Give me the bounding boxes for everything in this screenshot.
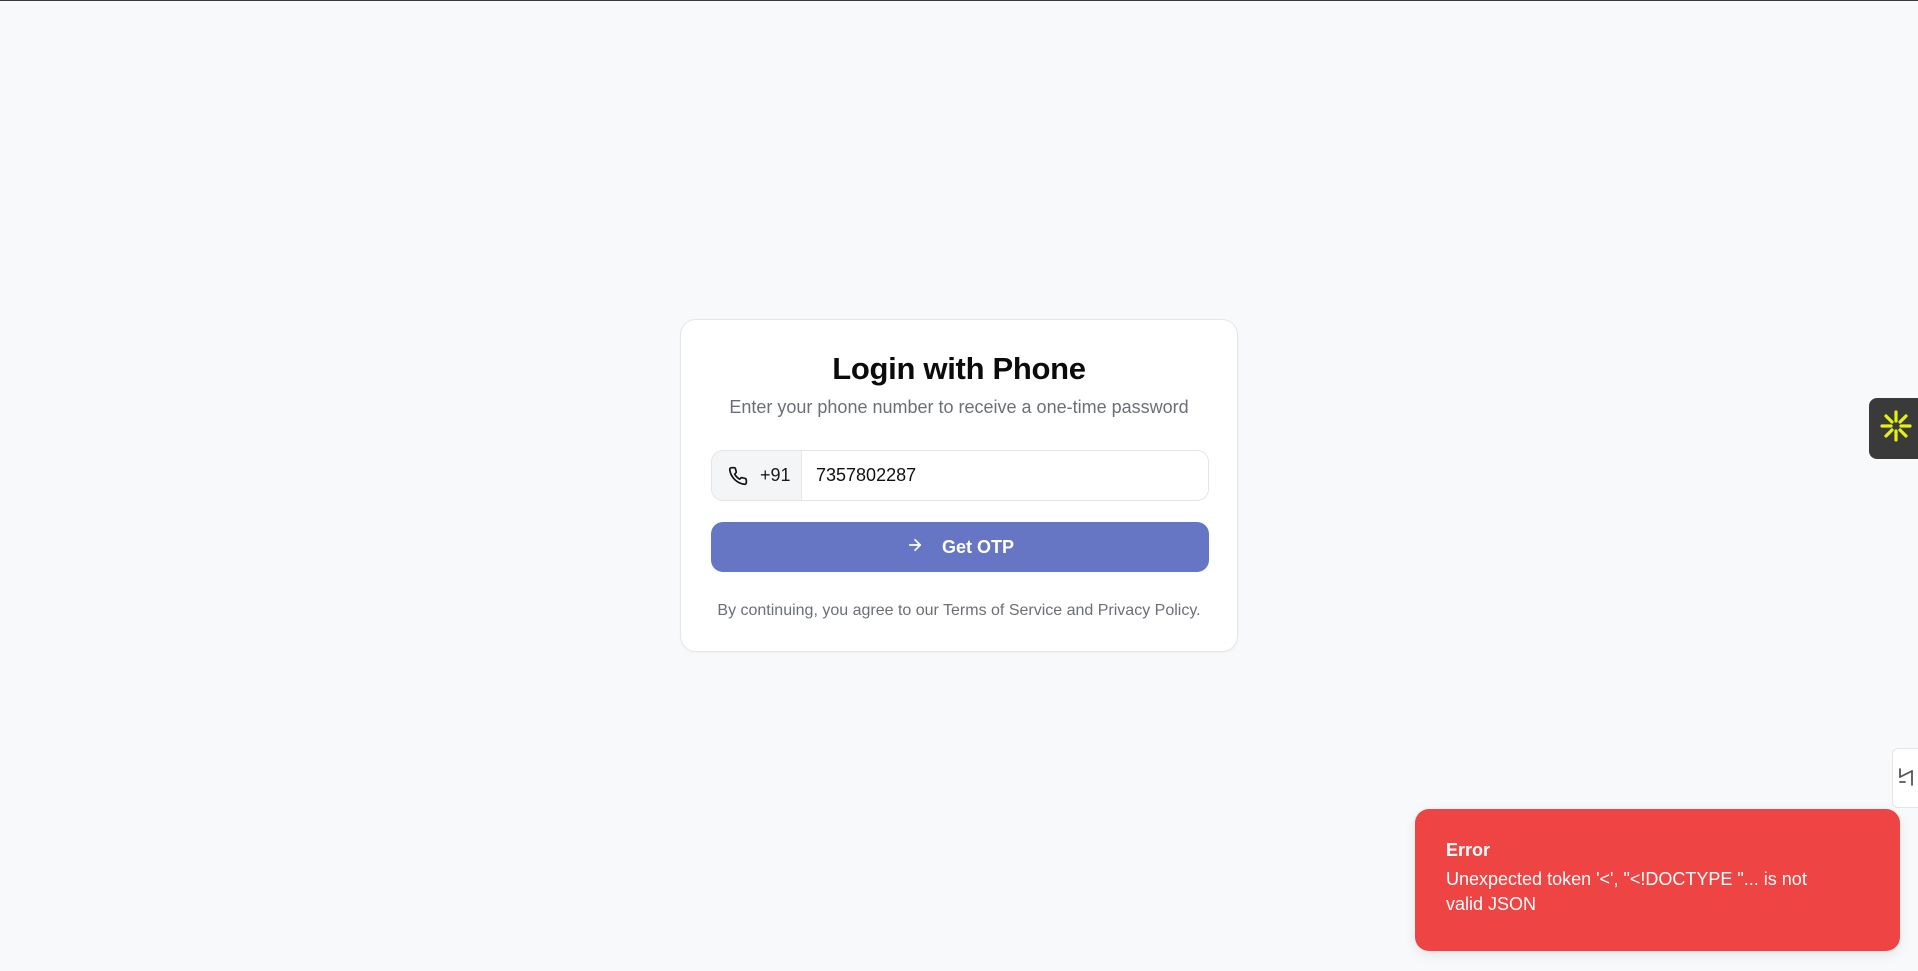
arrow-right-icon: [906, 536, 924, 559]
error-toast[interactable]: Error Unexpected token '<', "<!DOCTYPE "…: [1415, 809, 1900, 951]
phone-field: +91: [711, 450, 1209, 501]
page-subtitle: Enter your phone number to receive a one…: [729, 397, 1189, 417]
assistant-widget-button[interactable]: [1869, 398, 1918, 459]
get-otp-button[interactable]: Get OTP: [711, 522, 1209, 572]
toast-message: Unexpected token '<', "<!DOCTYPE "... is…: [1446, 869, 1807, 914]
expand-icon: [1897, 765, 1917, 792]
side-panel-tab[interactable]: [1892, 748, 1918, 808]
login-card: Login with Phone Enter your phone number…: [680, 319, 1238, 652]
country-code: +91: [760, 465, 791, 485]
top-border: [0, 0, 1918, 1]
country-code-prefix[interactable]: +91: [712, 451, 802, 500]
phone-icon: [728, 466, 748, 486]
sparkle-icon: [1879, 409, 1913, 448]
phone-number-input[interactable]: [802, 451, 1208, 500]
page-title: Login with Phone: [832, 351, 1086, 386]
get-otp-label: Get OTP: [941, 536, 1014, 557]
toast-title: Error: [1446, 840, 1491, 860]
terms-notice: By continuing, you agree to our Terms of…: [717, 602, 1201, 619]
